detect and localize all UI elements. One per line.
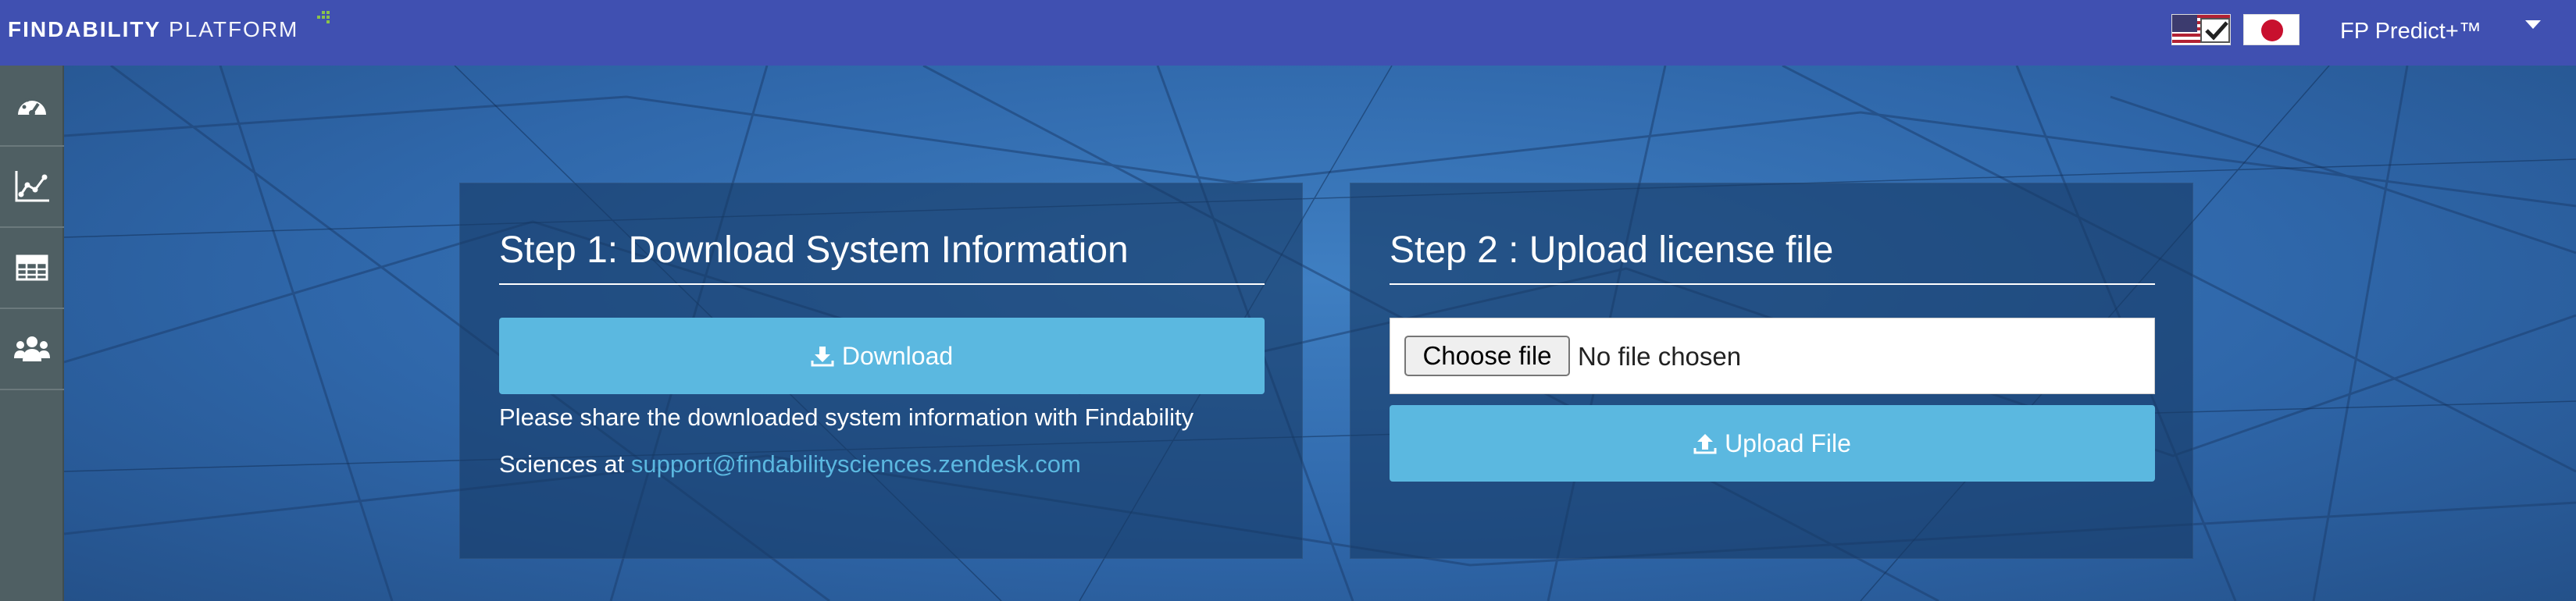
findability-logo[interactable]: FINDABILITY PLATFORM xyxy=(8,17,298,42)
product-menu-label[interactable]: FP Predict+™ xyxy=(2340,19,2481,44)
step1-divider xyxy=(499,283,1265,285)
step2-divider xyxy=(1390,283,2155,285)
download-label: Download xyxy=(841,341,954,370)
step1-panel: Step 1: Download System Information Down… xyxy=(459,183,1303,559)
license-file-input[interactable]: Choose file No file chosen xyxy=(1390,318,2155,394)
support-email-link[interactable]: support@findabilitysciences.zendesk.com xyxy=(631,450,1081,478)
upload-label: Upload File xyxy=(1725,429,1851,457)
logo-dots-icon xyxy=(317,11,330,23)
users-icon xyxy=(14,336,50,361)
share-info-text: Please share the downloaded system infor… xyxy=(499,394,1265,488)
logo-light-text: PLATFORM xyxy=(169,17,299,41)
sidebar-item-users[interactable] xyxy=(0,309,64,390)
step2-title: Step 2 : Upload license file xyxy=(1390,229,1834,271)
dashboard-icon xyxy=(18,95,46,116)
file-status-text: No file chosen xyxy=(1578,342,1742,371)
logo-bold-text: FINDABILITY xyxy=(8,17,162,41)
step2-panel: Step 2 : Upload license file Choose file… xyxy=(1350,183,2193,559)
sidebar-item-dashboard[interactable] xyxy=(0,66,64,147)
download-icon xyxy=(811,347,834,367)
table-icon xyxy=(16,254,48,281)
upload-file-button[interactable]: Upload File xyxy=(1390,405,2155,482)
japan-flag-icon[interactable] xyxy=(2243,14,2299,45)
sidebar-item-analytics[interactable] xyxy=(0,147,64,228)
background-texture xyxy=(64,66,2576,601)
sidebar xyxy=(0,66,64,601)
chevron-down-icon[interactable] xyxy=(2525,20,2541,29)
choose-file-button[interactable]: Choose file xyxy=(1404,336,1570,376)
selected-check-icon xyxy=(2200,18,2230,43)
chart-icon xyxy=(15,171,49,202)
upload-icon xyxy=(1693,434,1717,454)
sidebar-item-table[interactable] xyxy=(0,228,64,309)
us-flag-icon[interactable] xyxy=(2171,14,2231,45)
top-navbar: FINDABILITY PLATFORM FP Predict+™ xyxy=(0,0,2576,66)
download-button[interactable]: Download xyxy=(499,318,1265,394)
step1-title: Step 1: Download System Information xyxy=(499,229,1129,271)
